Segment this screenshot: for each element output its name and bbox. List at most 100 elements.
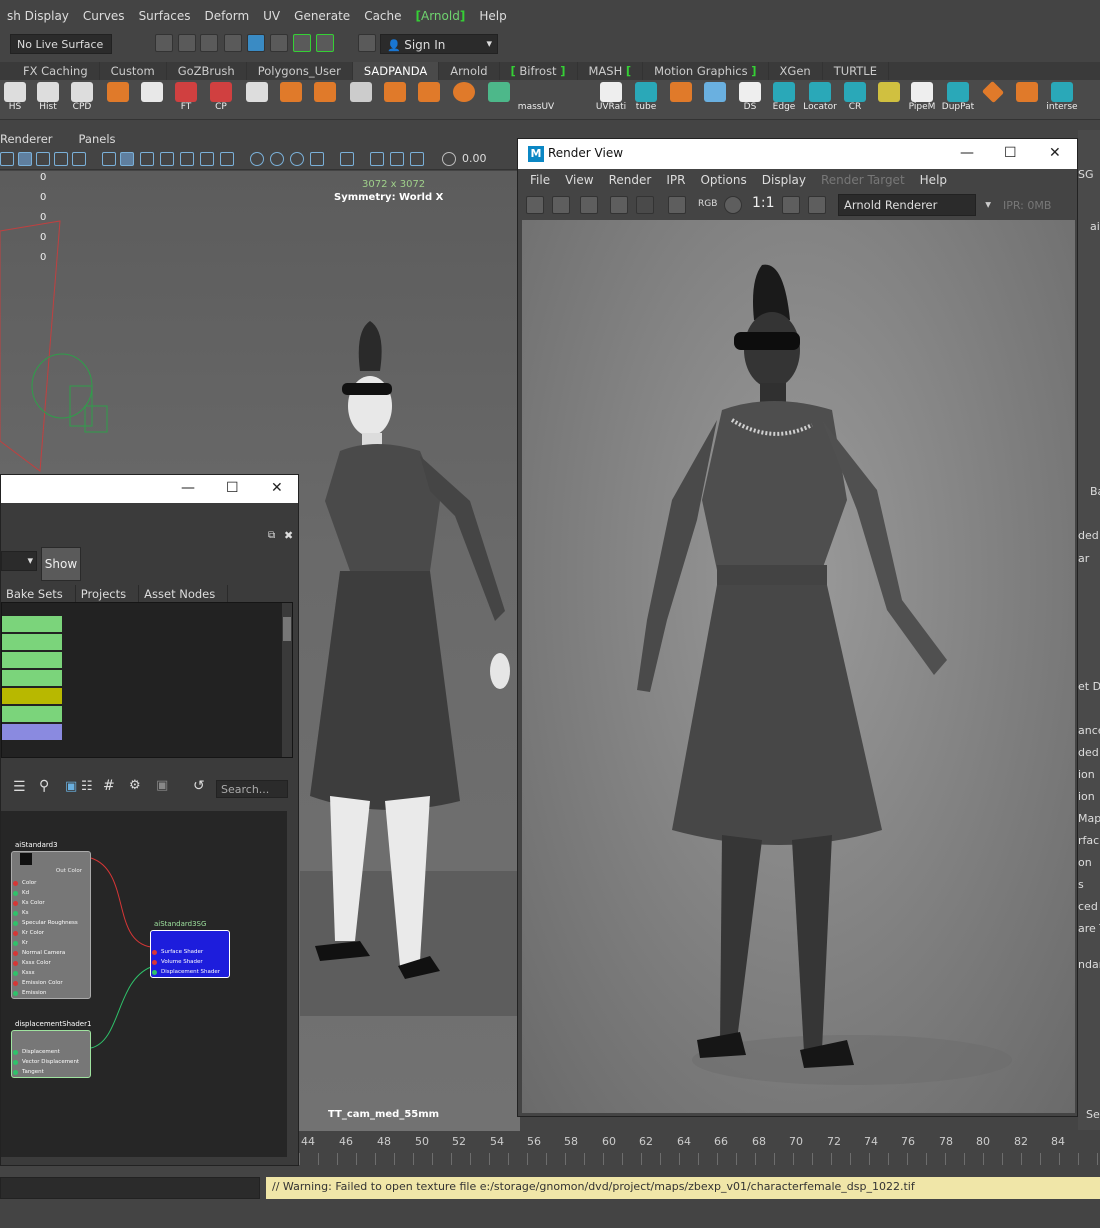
bookmark-icon[interactable] — [36, 152, 50, 166]
backface-icon[interactable] — [410, 152, 424, 166]
node-attr[interactable]: Displacement Shader — [151, 967, 229, 977]
hypershade-titlebar[interactable]: — ☐ ✕ — [1, 475, 298, 503]
rv-menu-view[interactable]: View — [565, 169, 608, 191]
tab-bake-sets[interactable]: Bake Sets — [1, 585, 76, 603]
shelf-button-joint[interactable] — [874, 82, 904, 116]
shadows-icon[interactable] — [220, 152, 234, 166]
shelf-tab-turtle[interactable]: TURTLE — [823, 62, 889, 80]
rv-menu-options[interactable]: Options — [700, 169, 761, 191]
render-sequence-icon[interactable] — [178, 34, 196, 52]
maximize-icon[interactable]: ☐ — [1004, 145, 1017, 161]
node-attr[interactable]: Kssx — [12, 968, 90, 978]
render-image[interactable] — [522, 220, 1075, 1113]
attribute-item[interactable]: on — [1078, 856, 1100, 869]
attribute-item[interactable]: Map — [1078, 812, 1100, 825]
shelf-tab-sadpanda[interactable]: SADPANDA — [352, 62, 440, 80]
scrollbar[interactable] — [282, 603, 292, 757]
arnold-ipr-icon[interactable] — [316, 34, 334, 52]
material-swatch[interactable] — [2, 670, 62, 686]
tab-asset-nodes[interactable]: Asset Nodes — [139, 585, 229, 603]
rv-menu-help[interactable]: Help — [920, 169, 962, 191]
material-swatch[interactable] — [2, 724, 62, 740]
isolate-select-icon[interactable] — [340, 152, 354, 166]
node-attr[interactable]: Vector Displacement — [12, 1057, 90, 1067]
xray-joints-icon[interactable] — [370, 152, 384, 166]
attribute-item[interactable]: ndar — [1078, 958, 1100, 971]
anti-alias-icon[interactable] — [290, 152, 304, 166]
menu-curves[interactable]: Curves — [76, 9, 132, 23]
image-plane-icon[interactable] — [54, 152, 68, 166]
rv-menu-ipr[interactable]: IPR — [666, 169, 700, 191]
exposure-icon[interactable] — [442, 152, 456, 166]
material-swatch[interactable] — [2, 634, 62, 650]
shelf-button-knife[interactable] — [242, 82, 272, 116]
node-output[interactable]: Out Color — [12, 868, 90, 878]
search-icon[interactable]: ⚲ — [39, 778, 49, 794]
rgb-channel-toggle[interactable]: RGB — [698, 199, 717, 209]
material-swatch[interactable] — [2, 688, 62, 704]
menu-arnold[interactable]: [Arnold] — [409, 9, 473, 23]
attribute-item[interactable]: Se — [1086, 1108, 1100, 1121]
shelf-button-merge[interactable] — [380, 82, 410, 116]
shelf-button-ft[interactable]: FT — [171, 82, 201, 116]
ipr-icon[interactable] — [610, 196, 628, 214]
shelf-tab-fx-caching[interactable]: FX Caching — [12, 62, 100, 80]
viewport-menu-renderer[interactable]: Renderer — [0, 130, 65, 148]
command-input[interactable] — [0, 1177, 260, 1199]
shelf-button-intersect[interactable]: interse — [1045, 82, 1079, 116]
shelf-tab-xgen[interactable]: XGen — [769, 62, 823, 80]
sign-in-dropdown[interactable]: 👤 Sign In ▾ — [380, 34, 498, 54]
shelf-button-cpd[interactable]: CPD — [67, 82, 97, 116]
exposure-icon[interactable] — [724, 196, 742, 214]
node-attr[interactable]: Emission — [12, 988, 90, 998]
arnold-render-icon[interactable] — [293, 34, 311, 52]
shelf-button-massuv[interactable]: massUV — [516, 82, 556, 116]
node-attr[interactable]: Displacement — [12, 1047, 90, 1057]
panel-float-icon[interactable]: ⧉ — [268, 530, 275, 541]
shelf-button-ds[interactable]: DS — [735, 82, 765, 116]
show-button[interactable]: Show — [41, 547, 81, 581]
attribute-item[interactable]: rfac — [1078, 834, 1100, 847]
node-attr[interactable]: Emission Color — [12, 978, 90, 988]
node-attr[interactable]: Color — [12, 878, 90, 888]
menu-deform[interactable]: Deform — [198, 9, 257, 23]
shelf-button-diamond[interactable] — [978, 80, 1008, 116]
bookmark-icon[interactable]: ▣ — [156, 778, 168, 793]
node-attr[interactable]: Ks Color — [12, 898, 90, 908]
list-icon[interactable]: ☰ — [13, 779, 26, 795]
snapshot-icon[interactable] — [580, 196, 598, 214]
rv-menu-render[interactable]: Render — [609, 169, 667, 191]
attribute-item[interactable]: et D — [1078, 680, 1100, 693]
modeling-toolkit-icon[interactable] — [358, 34, 376, 52]
depth-of-field-icon[interactable] — [310, 152, 324, 166]
attribute-item[interactable]: are T — [1078, 922, 1100, 935]
shelf-button-hist[interactable]: Hist — [33, 82, 63, 116]
node-attr[interactable]: Specular Roughness — [12, 918, 90, 928]
attribute-item[interactable]: ded — [1078, 529, 1100, 542]
close-icon[interactable]: ✕ — [271, 480, 283, 496]
menu-surfaces[interactable]: Surfaces — [132, 9, 198, 23]
time-slider[interactable]: 44 46 48 50 52 54 56 58 60 62 64 66 68 7… — [299, 1131, 1100, 1171]
attribute-item[interactable]: SG — [1078, 168, 1100, 181]
node-search-input[interactable]: Search... — [216, 780, 288, 798]
fit-image-icon[interactable] — [782, 196, 800, 214]
render-frame-icon[interactable] — [155, 34, 173, 52]
menu-generate[interactable]: Generate — [287, 9, 357, 23]
material-swatch[interactable] — [2, 706, 62, 722]
textured-icon[interactable] — [160, 152, 174, 166]
node-attr[interactable]: Kd — [12, 888, 90, 898]
xray-active-icon[interactable] — [390, 152, 404, 166]
shelf-button-bevel[interactable] — [346, 82, 376, 116]
shelf-tab-mash[interactable]: MASH [ — [578, 62, 644, 80]
ratio-one-to-one[interactable]: 1:1 — [752, 195, 775, 211]
select-camera-icon[interactable] — [0, 152, 14, 166]
menu-uv[interactable]: UV — [256, 9, 287, 23]
viewport-menu-panels[interactable]: Panels — [65, 130, 128, 148]
render-settings-icon[interactable] — [224, 34, 242, 52]
node-attr[interactable]: Volume Shader — [151, 957, 229, 967]
graph-icon[interactable]: ▣ — [65, 779, 77, 794]
close-icon[interactable]: ✕ — [1049, 145, 1061, 161]
hypershade-icon[interactable] — [247, 34, 265, 52]
shelf-button-plane[interactable] — [1012, 82, 1042, 116]
attribute-item[interactable]: ced — [1078, 900, 1100, 913]
